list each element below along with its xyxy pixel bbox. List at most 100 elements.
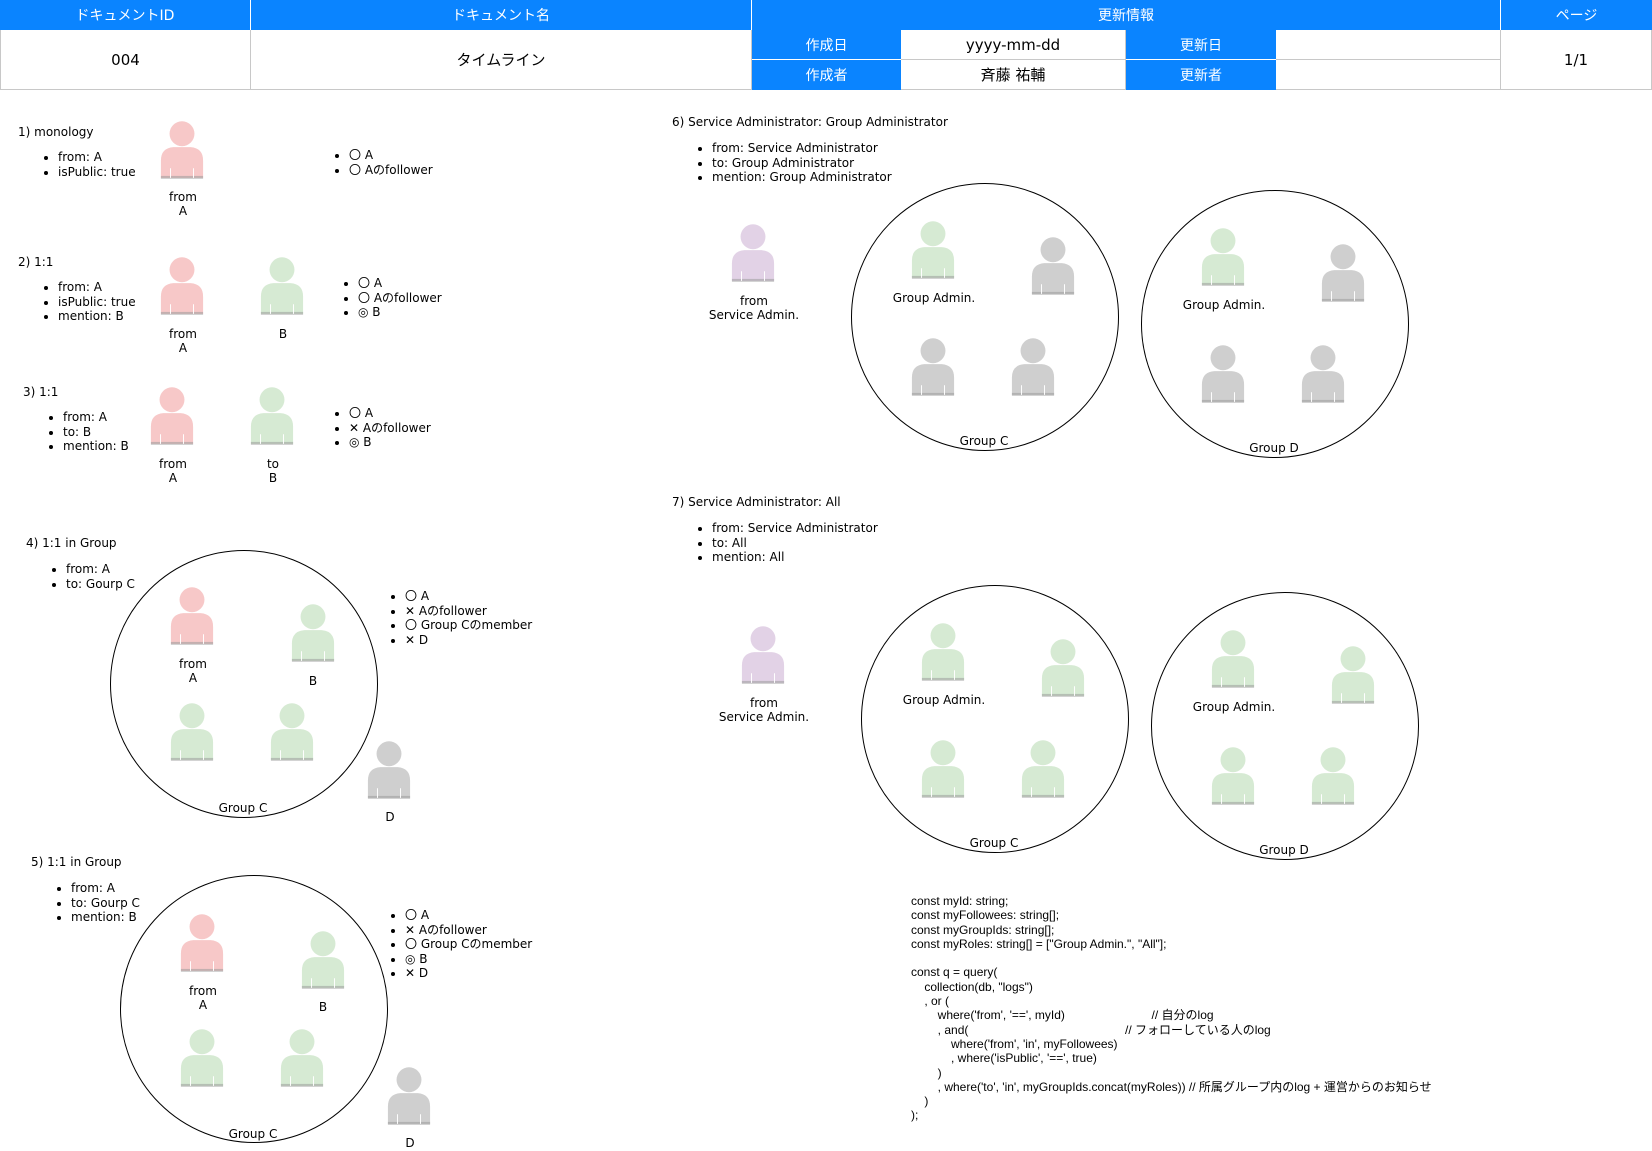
person-icon [290,603,336,668]
section-1-title: 1) monology [18,125,94,139]
person-icon [730,223,776,288]
group-d-circle [1151,592,1419,860]
person-shape [180,1029,224,1087]
caption-line: Service Admin. [718,710,810,724]
person-caption: Group Admin. [1182,298,1266,312]
person-icon [386,1066,432,1131]
prop-item: from: A [71,881,140,896]
prop-item: mention: B [58,309,136,324]
update-info-header: 更新情報 [752,0,1501,30]
person-icon [1200,344,1246,409]
prop-item: isPublic: true [58,165,136,180]
person-shape [270,703,314,761]
prop-item: to: All [712,536,878,551]
person-icon [269,702,315,767]
visibility-item: ✕ D [405,966,532,981]
section-1-visibility: 〇 A 〇 Aのfollower [309,148,433,177]
person-icon [279,1028,325,1093]
prop-item: from: A [66,562,135,577]
person-shape [160,257,204,315]
visibility-item: 〇 A [349,148,433,163]
person-icon [249,386,295,451]
person-shape [1201,345,1245,403]
person-icon [366,740,412,805]
person-shape [280,1029,324,1087]
caption-line: A [198,998,208,1012]
person-icon [169,702,215,767]
group-caption: Group C [959,434,1009,448]
caption-line: Service Admin. [708,308,800,322]
visibility-item: ◎ B [349,435,431,450]
author-value: 斉藤 祐輔 [901,60,1126,90]
prop-item: mention: B [63,439,129,454]
updater-value [1276,60,1501,90]
prop-item: to: Gourp C [66,577,135,592]
doc-id-header: ドキュメントID [0,0,251,30]
person-icon [920,622,966,687]
caption-line: B [268,471,278,485]
person-caption: from Service Admin. [699,696,829,724]
section-4-title: 4) 1:1 in Group [26,536,117,550]
person-shape [250,387,294,445]
person-icon [179,1028,225,1093]
person-icon [1200,227,1246,292]
person-shape [150,387,194,445]
visibility-item: 〇 A [405,908,532,923]
doc-name-value: タイムライン [251,30,752,90]
person-caption: from A [138,984,268,1012]
section-5-visibility: 〇 A ✕ Aのfollower 〇 Group Cのmember ◎ B ✕ … [365,908,532,981]
person-icon [1020,739,1066,804]
person-shape [1011,338,1055,396]
prop-item: mention: All [712,550,878,565]
section-3-title: 3) 1:1 [23,385,59,399]
person-shape [911,338,955,396]
updated-date-label: 更新日 [1126,30,1276,60]
section-6-props: from: Service Administrator to: Group Ad… [672,141,892,185]
prop-item: from: A [58,150,136,165]
person-shape [170,703,214,761]
visibility-item: ✕ D [405,633,532,648]
section-7-title: 7) Service Administrator: All [672,495,841,509]
person-shape [741,626,785,684]
person-shape [301,931,345,989]
caption-line: A [178,341,188,355]
visibility-item: ✕ Aのfollower [349,421,431,436]
section-2-title: 2) 1:1 [18,255,54,269]
person-caption: B [318,1000,328,1014]
group-d-circle [1141,190,1409,458]
person-icon [910,220,956,285]
updater-label: 更新者 [1126,60,1276,90]
person-shape [291,604,335,662]
section-4-visibility: 〇 A ✕ Aのfollower 〇 Group Cのmember ✕ D [365,589,532,647]
person-caption: Group Admin. [902,693,986,707]
person-icon [1300,344,1346,409]
page-value: 1/1 [1501,30,1652,90]
person-shape [1041,639,1085,697]
person-shape [731,224,775,282]
person-shape [160,121,204,179]
person-icon [159,120,205,185]
person-icon [159,256,205,321]
doc-id-value: 004 [0,30,251,90]
prop-item: to: Gourp C [71,896,140,911]
created-date-label: 作成日 [752,30,901,60]
prop-item: from: A [58,280,136,295]
prop-item: to: B [63,425,129,440]
person-icon [910,337,956,402]
section-1-props: from: A isPublic: true [18,150,136,179]
visibility-item: 〇 Group Cのmember [405,937,532,952]
visibility-item: ◎ B [405,952,532,967]
person-icon [149,386,195,451]
page-header: ページ [1501,0,1652,30]
person-caption: Group Admin. [1192,700,1276,714]
person-shape [1021,740,1065,798]
caption-line: from [179,657,207,671]
visibility-item: ✕ Aのfollower [405,923,532,938]
caption-line: from [740,294,768,308]
query-code: const myId: string; const myFollowees: s… [911,894,1432,1123]
person-shape [1201,228,1245,286]
group-caption: Group D [1249,441,1299,455]
person-shape [921,623,965,681]
person-icon [1310,746,1356,811]
person-caption: B [278,327,288,341]
